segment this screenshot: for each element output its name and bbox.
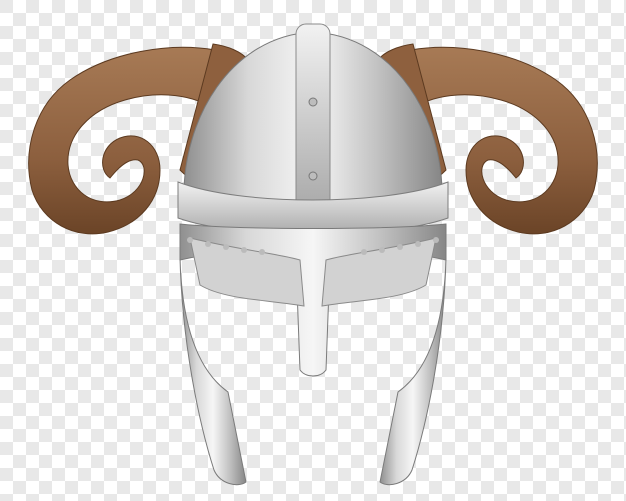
center-ridge: [295, 23, 331, 211]
image-stage: [0, 0, 626, 501]
helmet-image: [0, 0, 626, 501]
